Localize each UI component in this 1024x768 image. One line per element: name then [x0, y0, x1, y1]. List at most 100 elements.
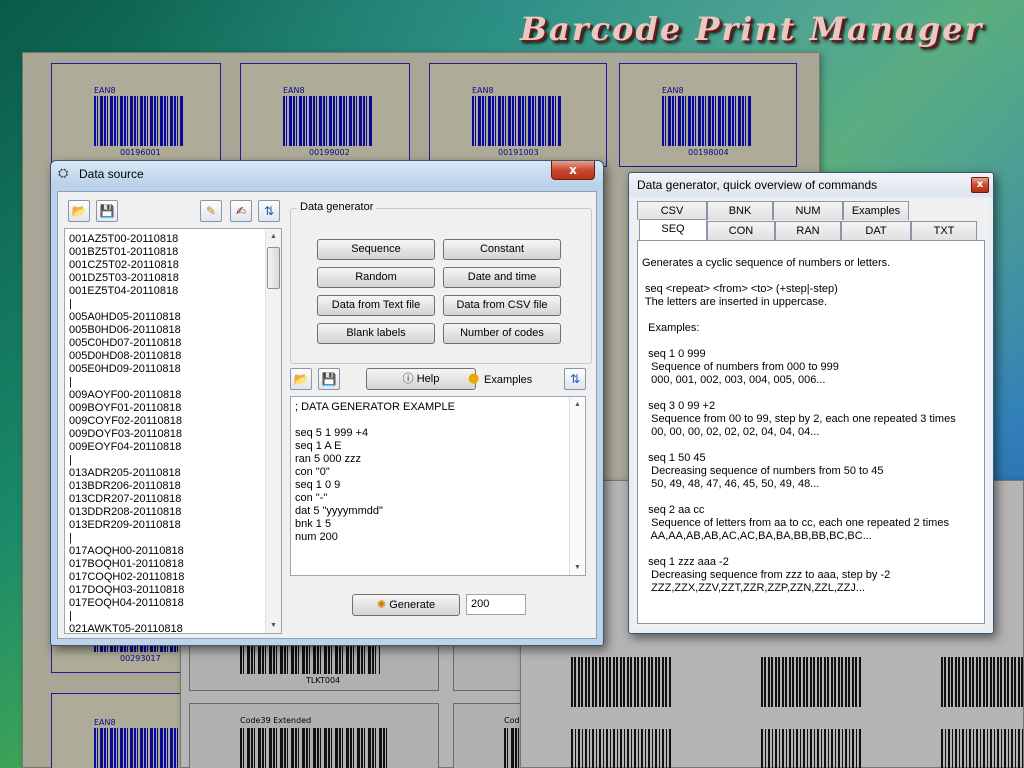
code-list-item[interactable]: 013BDR206-20110818	[69, 480, 181, 493]
help-text-line: The letters are inserted in uppercase.	[642, 296, 828, 308]
tab-csv[interactable]: CSV	[637, 201, 707, 220]
swap-script-icon[interactable]: ⇅	[564, 368, 586, 390]
commands-overview-window: Data generator, quick overview of comman…	[628, 172, 994, 634]
code-list-item[interactable]: |	[69, 376, 72, 389]
sequence-button[interactable]: Sequence	[317, 239, 435, 260]
open-folder-icon[interactable]: 📂	[68, 200, 90, 222]
window-title: Data source	[79, 167, 144, 181]
barcode-image	[761, 729, 861, 768]
scroll-up-icon[interactable]: ▲	[266, 229, 281, 244]
tab-num[interactable]: NUM	[773, 201, 843, 220]
code-list-item[interactable]: 013ADR205-20110818	[69, 467, 181, 480]
barcode-label[interactable]: EAN8 00199002	[240, 63, 410, 167]
script-line: num 200	[295, 531, 338, 543]
barcode-label[interactable]: TLKT004	[189, 643, 439, 691]
barcode-value: 00196001	[120, 148, 161, 157]
app-title-logo: Barcode Print Manager	[520, 10, 984, 48]
code-list-item[interactable]: 017BOQH01-20110818	[69, 558, 184, 571]
code-list-item[interactable]: 021AWKT05-20110818	[69, 623, 183, 633]
code-list-item[interactable]: 009AOYF00-20110818	[69, 389, 181, 402]
script-line: seq 1 A E	[295, 440, 342, 452]
open-script-icon[interactable]: 📂	[290, 368, 312, 390]
generate-label: Generate	[389, 599, 436, 611]
script-editor[interactable]: ; DATA GENERATOR EXAMPLE seq 5 1 999 +4 se…	[290, 396, 586, 576]
code-list-item[interactable]: 005E0HD09-20110818	[69, 363, 181, 376]
code-list-item[interactable]: 009EOYF04-20110818	[69, 441, 181, 454]
examples-link[interactable]: Examples	[484, 374, 532, 386]
blank-labels-button[interactable]: Blank labels	[317, 323, 435, 344]
lightbulb-icon: ●	[468, 371, 480, 386]
codes-scrollbar[interactable]: ▲ ▼	[265, 229, 281, 633]
code-list-item[interactable]: |	[69, 454, 72, 467]
help-text-line: ZZZ,ZZX,ZZV,ZZT,ZZR,ZZP,ZZN,ZZL,ZZJ...	[642, 582, 866, 594]
code-list-item[interactable]: 001CZ5T02-20110818	[69, 259, 179, 272]
barcode-label[interactable]: EAN8 00196001	[51, 63, 221, 167]
code-list-item[interactable]: 001DZ5T03-20110818	[69, 272, 179, 285]
code-list-item[interactable]: 017EOQH04-20110818	[69, 597, 184, 610]
close-button[interactable]: x	[551, 161, 595, 180]
tab-bnk[interactable]: BNK	[707, 201, 773, 220]
constant-button[interactable]: Constant	[443, 239, 561, 260]
code-list-item[interactable]: 017DOQH03-20110818	[69, 584, 184, 597]
codes-list[interactable]: 001AZ5T00-20110818 001BZ5T01-20110818 001C…	[64, 228, 282, 634]
edit-list-icon[interactable]: ✍	[230, 200, 252, 222]
scroll-thumb[interactable]	[267, 247, 280, 289]
swap-icon[interactable]: ⇅	[258, 200, 280, 222]
save-script-icon[interactable]: 💾	[318, 368, 340, 390]
save-icon[interactable]: 💾	[96, 200, 118, 222]
text-file-button[interactable]: Data from Text file	[317, 295, 435, 316]
barcode-label[interactable]: EAN8 00198004	[619, 63, 797, 167]
script-line: dat 5 "yyyymmdd"	[295, 505, 383, 517]
number-of-codes-button[interactable]: Number of codes	[443, 323, 561, 344]
code-list-item[interactable]: 009BOYF01-20110818	[69, 402, 181, 415]
code-list-item[interactable]: 001EZ5T04-20110818	[69, 285, 178, 298]
new-list-icon[interactable]: ✎	[200, 200, 222, 222]
code-list-item[interactable]: 009DOYF03-20110818	[69, 428, 182, 441]
code-list-item[interactable]: 001AZ5T00-20110818	[69, 233, 178, 246]
code-list-item[interactable]: 013DDR208-20110818	[69, 506, 181, 519]
barcode-label[interactable]: EAN8 00191003	[429, 63, 607, 167]
script-line: ran 5 000 zzz	[295, 453, 362, 465]
csv-file-button[interactable]: Data from CSV file	[443, 295, 561, 316]
scroll-down-icon[interactable]: ▼	[570, 560, 585, 575]
code-list-item[interactable]: 005D0HD08-20110818	[69, 350, 181, 363]
script-scrollbar[interactable]: ▲ ▼	[569, 397, 585, 575]
code-list-item[interactable]: 013EDR209-20110818	[69, 519, 181, 532]
tab-seq[interactable]: SEQ	[639, 219, 707, 240]
code-list-item[interactable]: 005C0HD07-20110818	[69, 337, 181, 350]
help-text-line: seq 1 50 45	[642, 452, 706, 464]
scroll-up-icon[interactable]: ▲	[570, 397, 585, 412]
titlebar[interactable]: ⛭ Data source x	[51, 161, 603, 187]
barcode-image	[472, 96, 562, 146]
tab-examples[interactable]: Examples	[843, 201, 909, 220]
barcode-image	[571, 729, 671, 768]
tab-dat[interactable]: DAT	[841, 221, 911, 240]
help-button[interactable]: ⓘ Help	[366, 368, 476, 390]
code-list-item[interactable]: 017AOQH00-20110818	[69, 545, 184, 558]
titlebar[interactable]: Data generator, quick overview of comman…	[629, 173, 993, 197]
close-button[interactable]: x	[971, 177, 989, 193]
code-list-item[interactable]: |	[69, 610, 72, 623]
tab-ran[interactable]: RAN	[775, 221, 841, 240]
barcode-image	[571, 657, 671, 707]
barcode-label[interactable]: Code39 Extended	[189, 703, 439, 768]
help-text-line: AA,AA,AB,AB,AC,AC,BA,BA,BB,BB,BC,BC...	[642, 530, 872, 542]
code-list-item[interactable]: 001BZ5T01-20110818	[69, 246, 178, 259]
tab-txt[interactable]: TXT	[911, 221, 977, 240]
help-text-line: Decreasing sequence of numbers from 50 t…	[642, 465, 884, 477]
code-list-item[interactable]: 009COYF02-20110818	[69, 415, 182, 428]
code-count-input[interactable]: 200	[466, 594, 526, 615]
tab-con[interactable]: CON	[707, 221, 775, 240]
code-list-item[interactable]: |	[69, 532, 72, 545]
code-list-item[interactable]: 005B0HD06-20110818	[69, 324, 181, 337]
code-list-item[interactable]: |	[69, 298, 72, 311]
code-list-item[interactable]: 005A0HD05-20110818	[69, 311, 181, 324]
generate-button[interactable]: ✺ Generate	[352, 594, 460, 616]
help-text-line: Sequence from 00 to 99, step by 2, each …	[642, 413, 956, 425]
code-list-item[interactable]: 013CDR207-20110818	[69, 493, 181, 506]
barcode-image	[94, 96, 184, 146]
date-time-button[interactable]: Date and time	[443, 267, 561, 288]
random-button[interactable]: Random	[317, 267, 435, 288]
code-list-item[interactable]: 017COQH02-20110818	[69, 571, 184, 584]
scroll-down-icon[interactable]: ▼	[266, 618, 281, 633]
